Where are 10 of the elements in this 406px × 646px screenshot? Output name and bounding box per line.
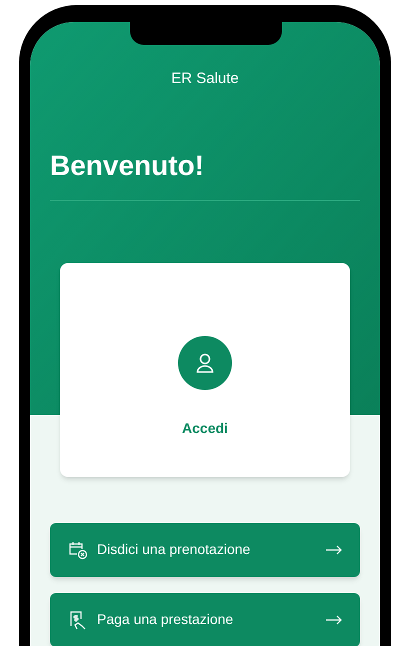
arrow-right-icon [326,544,342,554]
action-button[interactable]: Paga una prestazione [50,592,360,646]
receipt-hand-icon [68,610,88,630]
login-link[interactable]: Accedi [182,418,228,438]
action-button[interactable]: Disdici una prenotazione [50,522,360,576]
arrow-right-icon [326,614,342,624]
calendar-cancel-icon [68,540,88,560]
welcome-heading: Benvenuto! [50,148,205,182]
app-title: ER Salute [170,69,240,89]
user-icon [196,352,214,372]
